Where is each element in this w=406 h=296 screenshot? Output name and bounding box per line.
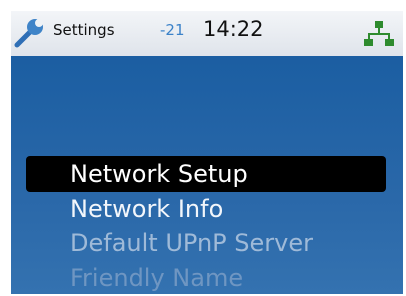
menu-item-network-setup[interactable]: Network Setup	[26, 156, 386, 192]
menu-item-network-info[interactable]: Network Info	[26, 191, 223, 227]
menu-area: Network Setup Network Info Default UPnP …	[11, 56, 403, 294]
clock: 14:22	[203, 17, 264, 41]
network-icon	[364, 21, 394, 46]
screen: Settings -21 14:22 Network Setup Network…	[11, 11, 403, 294]
signal-strength: -21	[160, 21, 185, 39]
menu-item-default-upnp-server[interactable]: Default UPnP Server	[26, 225, 313, 261]
menu-item-friendly-name[interactable]: Friendly Name	[26, 260, 243, 294]
device-frame: Settings -21 14:22 Network Setup Network…	[0, 0, 406, 296]
status-title: Settings	[53, 21, 115, 39]
status-bar: Settings -21 14:22	[11, 11, 403, 56]
wrench-icon	[14, 19, 43, 48]
